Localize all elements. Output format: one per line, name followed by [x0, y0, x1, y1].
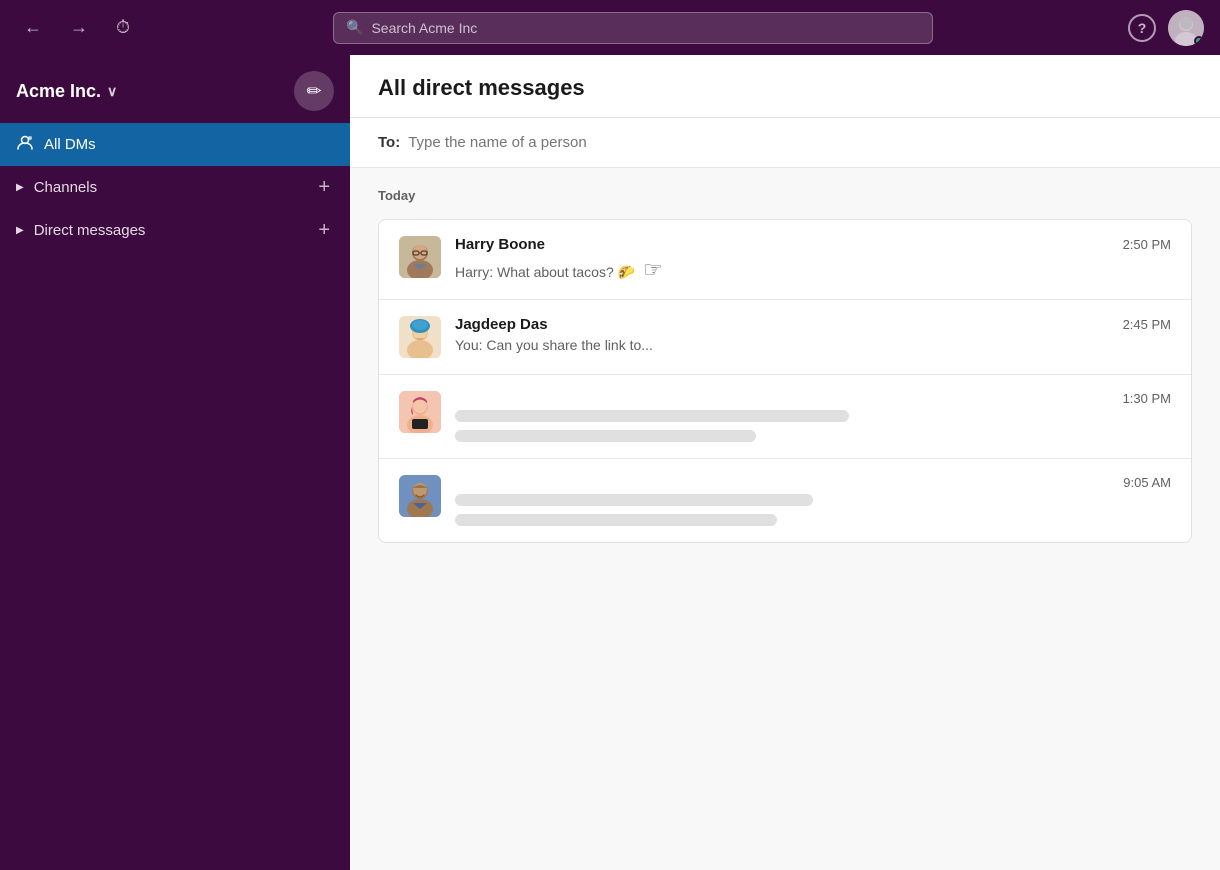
search-placeholder: Search Acme Inc — [371, 20, 477, 36]
dms-label: Direct messages — [34, 222, 146, 239]
message-top-woman: 1:30 PM — [455, 391, 1171, 406]
messages-area: Today — [350, 168, 1220, 870]
placeholder-line-3 — [455, 494, 813, 506]
all-dms-label: All DMs — [44, 136, 96, 153]
message-time-harry: 2:50 PM — [1123, 237, 1171, 252]
message-top-harry: Harry Boone 2:50 PM — [455, 236, 1171, 253]
avatar-man2 — [399, 475, 441, 517]
add-dm-button[interactable]: + — [314, 219, 334, 242]
message-card-woman[interactable]: 1:30 PM — [379, 375, 1191, 459]
topbar: ← → ⏱ 🔍 Search Acme Inc ? — [0, 0, 1220, 55]
recipient-input[interactable] — [408, 134, 1192, 151]
message-preview-harry: Harry: What about tacos? 🌮 ☞ — [455, 257, 1171, 283]
placeholder-line-1 — [455, 410, 849, 422]
dms-left: ▶ Direct messages — [16, 222, 145, 239]
placeholder-line-2 — [455, 430, 756, 442]
compose-button[interactable]: ✏ — [294, 71, 334, 111]
dms-chevron-icon: ▶ — [16, 225, 24, 236]
back-button[interactable]: ← — [16, 13, 50, 42]
message-body-man2: 9:05 AM — [455, 475, 1171, 526]
sidebar-header: Acme Inc. ∨ ✏ — [0, 55, 350, 123]
message-body-jagdeep: Jagdeep Das 2:45 PM You: Can you share t… — [455, 316, 1171, 353]
avatar-jagdeep — [399, 316, 441, 358]
sidebar: Acme Inc. ∨ ✏ All DMs ▶ Channels — [0, 55, 350, 870]
user-avatar[interactable] — [1168, 10, 1204, 46]
message-card-jagdeep[interactable]: Jagdeep Das 2:45 PM You: Can you share t… — [379, 300, 1191, 375]
message-card-man2[interactable]: 9:05 AM — [379, 459, 1191, 542]
sidebar-section-channels[interactable]: ▶ Channels + — [0, 166, 350, 209]
search-icon: 🔍 — [346, 19, 363, 36]
workspace-name[interactable]: Acme Inc. ∨ — [16, 81, 117, 102]
message-top-man2: 9:05 AM — [455, 475, 1171, 490]
online-indicator — [1194, 36, 1204, 46]
to-label: To: — [378, 134, 400, 151]
workspace-chevron-icon: ∨ — [107, 83, 117, 100]
avatar-harry — [399, 236, 441, 278]
placeholder-lines-man2 — [455, 494, 1171, 526]
compose-icon: ✏ — [306, 81, 321, 102]
sidebar-section-dms[interactable]: ▶ Direct messages + — [0, 209, 350, 252]
sidebar-item-all-dms[interactable]: All DMs — [0, 123, 350, 166]
forward-button[interactable]: → — [62, 13, 96, 42]
all-dms-icon — [16, 133, 34, 156]
workspace-name-text: Acme Inc. — [16, 81, 101, 102]
message-time-jagdeep: 2:45 PM — [1123, 317, 1171, 332]
channels-label: Channels — [34, 179, 97, 196]
main-layout: Acme Inc. ∨ ✏ All DMs ▶ Channels — [0, 55, 1220, 870]
content-header: All direct messages — [350, 55, 1220, 118]
search-bar[interactable]: 🔍 Search Acme Inc — [333, 12, 933, 44]
message-body-harry: Harry Boone 2:50 PM Harry: What about ta… — [455, 236, 1171, 283]
message-list: Harry Boone 2:50 PM Harry: What about ta… — [378, 219, 1192, 543]
placeholder-line-4 — [455, 514, 777, 526]
message-top-jagdeep: Jagdeep Das 2:45 PM — [455, 316, 1171, 333]
history-button[interactable]: ⏱ — [108, 13, 138, 42]
sender-name-harry: Harry Boone — [455, 236, 545, 253]
placeholder-lines-woman — [455, 410, 1171, 442]
sender-name-jagdeep: Jagdeep Das — [455, 316, 548, 333]
cursor-pointer-icon: ☞ — [643, 257, 663, 283]
message-card-harry[interactable]: Harry Boone 2:50 PM Harry: What about ta… — [379, 220, 1191, 300]
page-title: All direct messages — [378, 75, 1192, 101]
channels-left: ▶ Channels — [16, 179, 97, 196]
channels-chevron-icon: ▶ — [16, 182, 24, 193]
help-button[interactable]: ? — [1128, 14, 1156, 42]
content-area: All direct messages To: Today — [350, 55, 1220, 870]
message-preview-jagdeep: You: Can you share the link to... — [455, 337, 1171, 353]
today-label: Today — [378, 188, 1192, 203]
message-time-man2: 9:05 AM — [1123, 475, 1171, 490]
message-body-woman: 1:30 PM — [455, 391, 1171, 442]
add-channel-button[interactable]: + — [314, 176, 334, 199]
avatar-woman — [399, 391, 441, 433]
to-line[interactable]: To: — [350, 118, 1220, 168]
message-time-woman: 1:30 PM — [1123, 391, 1171, 406]
